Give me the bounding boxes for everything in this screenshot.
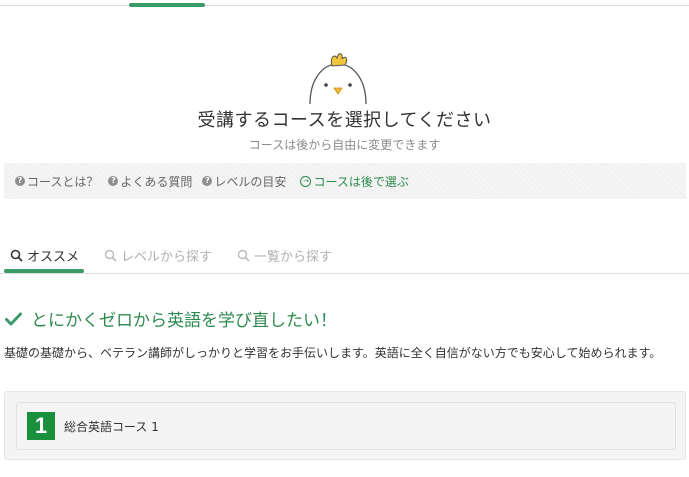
- tab-search-by-level[interactable]: レベルから探す: [104, 246, 212, 265]
- tab-label: 一覧から探す: [254, 250, 333, 265]
- progress-indicator: [129, 3, 205, 7]
- question-circle-icon: ?: [15, 176, 25, 186]
- recommendation-heading: とにかくゼロから英語を学び直したい！: [5, 306, 337, 331]
- help-link-what-is-course[interactable]: ? コースとは？: [15, 173, 98, 190]
- tab-search-by-list[interactable]: 一覧から探す: [237, 246, 332, 265]
- active-tab-underline: [4, 269, 84, 273]
- recommendation-heading-text: とにかくゼロから英語を学び直したい！: [31, 311, 337, 331]
- recommendation-description: 基礎の基礎から、ベテラン講師がしっかりと学習をお手伝いします。英語に全く自信がな…: [4, 346, 662, 360]
- help-link-level-guide[interactable]: ? レベルの目安: [202, 173, 286, 190]
- course-search-tabs: オススメ レベルから探す 一覧から探す: [0, 240, 689, 274]
- tab-label: オススメ: [27, 250, 80, 265]
- search-icon: [104, 249, 117, 262]
- page-subtitle: コースは後から自由に変更できます: [248, 138, 441, 152]
- choose-later-label: コースは後で選ぶ: [313, 174, 409, 189]
- tab-label: レベルから探す: [121, 250, 213, 265]
- course-name: 総合英語コース 1: [64, 419, 159, 434]
- search-icon: [237, 249, 250, 262]
- help-link-label: レベルの目安: [214, 174, 287, 189]
- search-icon: [10, 249, 23, 262]
- check-icon: [5, 312, 22, 325]
- question-circle-icon: ?: [108, 176, 119, 186]
- help-link-label: よくある質問: [120, 174, 193, 189]
- chick-mascot-icon: [309, 53, 367, 104]
- arrow-circle-icon: →: [300, 175, 312, 187]
- help-bar: ? コースとは？ ? よくある質問 ? レベルの目安 → コースは後で選ぶ: [4, 163, 686, 199]
- help-link-label: コースとは？: [27, 174, 99, 189]
- choose-later-link[interactable]: → コースは後で選ぶ: [300, 173, 409, 190]
- course-list: 1 総合英語コース 1: [4, 391, 686, 460]
- page-title: 受講するコースを選択してください: [197, 110, 492, 131]
- progress-track: [0, 5, 689, 6]
- course-number-badge: 1: [27, 412, 55, 440]
- tab-recommended[interactable]: オススメ: [10, 246, 79, 265]
- help-link-faq[interactable]: ? よくある質問: [108, 173, 192, 190]
- course-card[interactable]: 1 総合英語コース 1: [16, 402, 676, 450]
- question-circle-icon: ?: [202, 176, 213, 186]
